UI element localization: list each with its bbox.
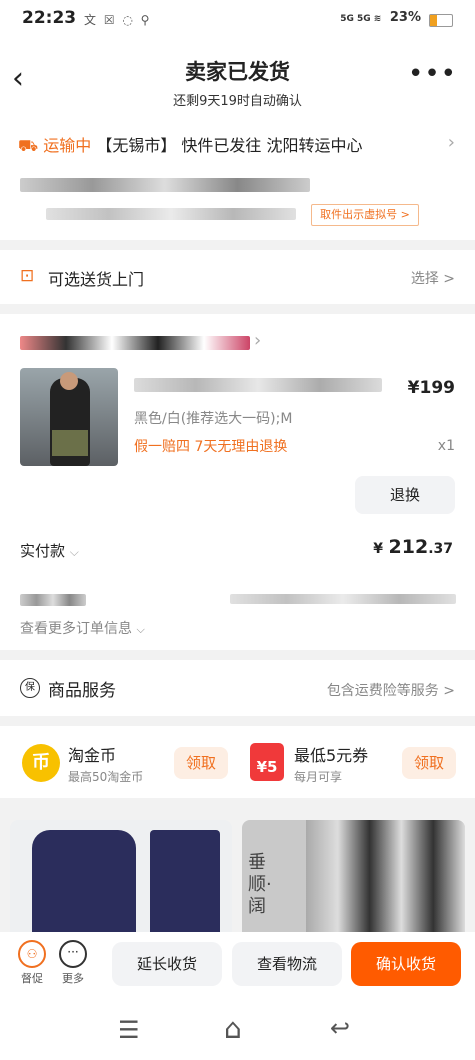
product-spec: 黑色/白(推荐选大一码);M bbox=[134, 411, 293, 427]
service-detail: 包含运费险等服务 > bbox=[326, 683, 455, 699]
status-bar: 22:23 文 ☒ ◌ ⚲ 5G 5G ≋ 23% bbox=[0, 0, 475, 40]
package-icon: ⊡ bbox=[20, 266, 35, 286]
extend-receipt-button[interactable]: 延长收货 bbox=[112, 942, 222, 986]
more-order-info-link[interactable]: 查看更多订单信息 ⌵ bbox=[20, 618, 145, 638]
notification-icons: 文 ☒ ◌ ⚲ bbox=[84, 13, 152, 27]
recommend-item-2[interactable]: 垂顺·阔 bbox=[242, 820, 465, 932]
service-label: 商品服务 bbox=[48, 681, 116, 701]
benefits-row: 币 淘金币 最高50淘金币 领取 ¥5 最低5元券 每月可享 领取 bbox=[0, 726, 475, 798]
pickup-code-button[interactable]: 取件出示虚拟号 > bbox=[311, 204, 419, 226]
order-card: › ¥199 黑色/白(推荐选大一码);M 假一赔四 7天无理由退换 x1 退换… bbox=[0, 314, 475, 650]
benefit-1-sub: 最高50淘金币 bbox=[68, 770, 144, 784]
remind-face-icon: ⚇ bbox=[18, 940, 46, 968]
product-price: ¥199 bbox=[407, 378, 455, 398]
address-redacted bbox=[20, 178, 310, 192]
chevron-down-icon: ⌵ bbox=[69, 545, 79, 559]
logistics-card[interactable]: ⛟ 运输中 【无锡市】 快件已发往 沈阳转运中心 › 取件出示虚拟号 > bbox=[0, 120, 475, 240]
product-qty: x1 bbox=[437, 438, 455, 454]
system-nav-bar: ☰ ⌂ ↩ bbox=[0, 1002, 475, 1060]
benefit-2-sub: 每月可享 bbox=[294, 770, 343, 784]
more-dots-icon: ··· bbox=[59, 940, 87, 968]
door-delivery-row[interactable]: ⊡ 可选送货上门 选择 > bbox=[0, 250, 475, 304]
order-number-redacted bbox=[230, 594, 456, 604]
recommend-item-1[interactable] bbox=[10, 820, 232, 932]
signal-icon: 5G 5G ≋ bbox=[340, 14, 382, 24]
more-actions-button[interactable]: ··· 更多 bbox=[58, 940, 88, 986]
view-logistics-button[interactable]: 查看物流 bbox=[232, 942, 342, 986]
shop-chevron-icon: › bbox=[254, 330, 262, 351]
product-image[interactable] bbox=[20, 368, 118, 466]
product-guarantee: 假一赔四 7天无理由退换 bbox=[134, 439, 288, 455]
page-title: 卖家已发货 bbox=[185, 60, 290, 84]
home-icon[interactable]: ⌂ bbox=[224, 1012, 242, 1045]
service-shield-icon: 保 bbox=[20, 678, 40, 698]
recommend-tag-text: 垂顺·阔 bbox=[248, 852, 272, 917]
chevron-down-icon: ⌵ bbox=[136, 623, 145, 636]
select-delivery-link[interactable]: 选择 > bbox=[411, 268, 455, 288]
order-number-label-redacted bbox=[20, 594, 86, 606]
benefit-2-claim-button[interactable]: 领取 bbox=[402, 747, 456, 779]
actual-payment-label: 实付款 bbox=[20, 542, 66, 560]
confirm-receipt-button[interactable]: 确认收货 bbox=[351, 942, 461, 986]
shipping-status: 运输中 bbox=[43, 136, 92, 155]
order-header: ‹ 卖家已发货 还剩9天19时自动确认 ••• bbox=[0, 40, 475, 120]
actual-payment-toggle[interactable]: 实付款 ⌵ bbox=[20, 540, 79, 561]
taojinbi-coin-icon: 币 bbox=[22, 744, 60, 782]
back-icon[interactable]: ↩ bbox=[330, 1014, 350, 1042]
service-row[interactable]: 保 商品服务 包含运费险等服务 > bbox=[0, 660, 475, 716]
refund-button[interactable]: 退换 bbox=[355, 476, 455, 514]
benefit-2-title: 最低5元券 bbox=[294, 746, 369, 765]
actual-payment-amount: ¥ 212.37 bbox=[373, 536, 453, 558]
bottom-action-bar: ⚇ 督促 ··· 更多 延长收货 查看物流 确认收货 bbox=[0, 932, 475, 1002]
menu-icon[interactable]: ☰ bbox=[118, 1016, 140, 1044]
status-time: 22:23 bbox=[22, 8, 77, 28]
chevron-right-icon: › bbox=[447, 132, 455, 153]
benefit-1-title: 淘金币 bbox=[68, 746, 117, 765]
remind-seller-button[interactable]: ⚇ 督促 bbox=[18, 940, 46, 986]
truck-icon: ⛟ bbox=[18, 136, 39, 155]
product-title-redacted[interactable] bbox=[134, 378, 382, 392]
battery-icon bbox=[429, 14, 453, 27]
shipping-detail: 【无锡市】 快件已发往 沈阳转运中心 bbox=[96, 136, 363, 155]
shop-name-redacted[interactable] bbox=[20, 336, 250, 350]
battery-percent: 23% bbox=[389, 10, 421, 25]
coupon-redpacket-icon: ¥5 bbox=[250, 743, 284, 781]
phone-redacted bbox=[46, 208, 296, 220]
benefit-1-claim-button[interactable]: 领取 bbox=[174, 747, 228, 779]
more-menu-icon[interactable]: ••• bbox=[408, 61, 457, 87]
door-delivery-label: 可选送货上门 bbox=[48, 270, 145, 289]
auto-confirm-countdown: 还剩9天19时自动确认 bbox=[173, 94, 302, 109]
